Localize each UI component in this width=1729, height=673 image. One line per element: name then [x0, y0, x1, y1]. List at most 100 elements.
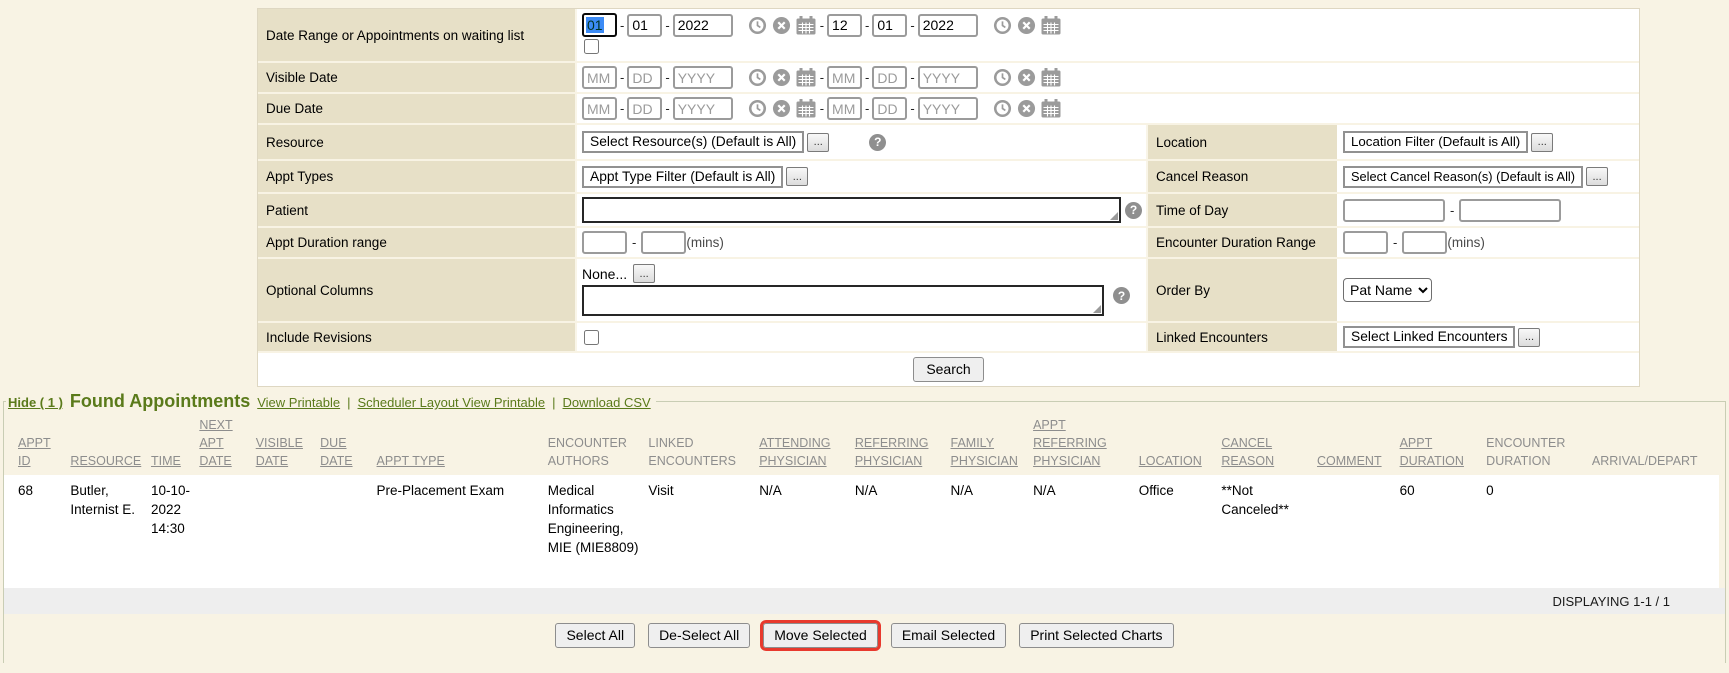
optional-columns-input[interactable] — [582, 285, 1104, 316]
column-header-referring-physician[interactable]: REFERRING PHYSICIAN — [851, 414, 947, 475]
column-header-comment[interactable]: COMMENT — [1313, 414, 1396, 475]
due-from-yyyy-input[interactable] — [673, 97, 733, 120]
print-selected-charts-button[interactable]: Print Selected Charts — [1019, 623, 1173, 648]
resource-more-button[interactable]: ... — [807, 133, 829, 152]
appt-duration-from-input[interactable] — [582, 231, 627, 254]
linked-encounters-select-button[interactable]: Select Linked Encounters — [1343, 326, 1515, 348]
cell-arrival-depart — [1588, 475, 1719, 588]
hide-results-link[interactable]: Hide ( 1 ) — [8, 395, 63, 410]
due-from-mm-input[interactable] — [582, 97, 617, 120]
time-of-day-from-input[interactable] — [1343, 199, 1445, 222]
search-button[interactable]: Search — [913, 357, 983, 382]
column-header-due-date[interactable]: DUE DATE — [316, 414, 372, 475]
clear-date-icon[interactable] — [1017, 68, 1036, 87]
waiting-list-checkbox[interactable] — [584, 39, 599, 54]
scheduler-layout-view-printable-link[interactable]: Scheduler Layout View Printable — [357, 395, 545, 410]
column-header-next-apt-date[interactable]: NEXT APT DATE — [195, 414, 251, 475]
column-header-attending-physician[interactable]: ATTENDING PHYSICIAN — [755, 414, 851, 475]
column-header-appt-type[interactable]: APPT TYPE — [373, 414, 544, 475]
resource-select-button[interactable]: Select Resource(s) (Default is All) — [582, 131, 804, 153]
resource-help-icon[interactable]: ? — [869, 134, 886, 151]
appt-duration-to-input[interactable] — [641, 231, 686, 254]
clock-icon[interactable] — [993, 16, 1012, 35]
move-selected-button[interactable]: Move Selected — [763, 623, 878, 648]
clock-icon[interactable] — [748, 99, 767, 118]
column-header-location[interactable]: LOCATION — [1135, 414, 1218, 475]
cancel-reason-select-button[interactable]: Select Cancel Reason(s) (Default is All) — [1343, 166, 1583, 188]
due-to-mm-input[interactable] — [827, 97, 862, 120]
location-filter-button[interactable]: Location Filter (Default is All) — [1343, 131, 1528, 153]
date-from-mm-input[interactable]: 01 — [582, 13, 617, 37]
visible-to-mm-input[interactable] — [827, 66, 862, 89]
clear-date-icon[interactable] — [772, 16, 791, 35]
displaying-bar: DISPLAYING 1-1 / 1 — [4, 588, 1725, 614]
calendar-icon[interactable] — [1041, 16, 1061, 35]
date-from-dd-input[interactable] — [627, 14, 662, 37]
patient-input[interactable] — [582, 197, 1121, 223]
column-header-appt-duration[interactable]: APPT DURATION — [1396, 414, 1483, 475]
appt-type-filter-button[interactable]: Appt Type Filter (Default is All) — [582, 166, 783, 188]
optional-columns-help-icon[interactable]: ? — [1113, 287, 1130, 304]
column-header-encounter-authors: ENCOUNTER AUTHORS — [544, 414, 645, 475]
column-header-time[interactable]: TIME — [147, 414, 195, 475]
order-by-select[interactable]: Pat Name — [1343, 278, 1432, 302]
select-all-button[interactable]: Select All — [555, 623, 635, 648]
email-selected-button[interactable]: Email Selected — [891, 623, 1006, 648]
view-printable-link[interactable]: View Printable — [257, 395, 340, 410]
include-revisions-checkbox[interactable] — [584, 330, 599, 345]
clear-date-icon[interactable] — [772, 99, 791, 118]
due-from-dd-input[interactable] — [627, 97, 662, 120]
visible-to-yyyy-input[interactable] — [918, 66, 978, 89]
date-from-yyyy-input[interactable] — [673, 14, 733, 37]
clear-date-icon[interactable] — [1017, 99, 1036, 118]
location-more-button[interactable]: ... — [1531, 133, 1553, 152]
due-to-dd-input[interactable] — [872, 97, 907, 120]
calendar-icon[interactable] — [1041, 68, 1061, 87]
visible-to-dd-input[interactable] — [872, 66, 907, 89]
clear-date-icon[interactable] — [1017, 16, 1036, 35]
column-header-resource[interactable]: RESOURCE — [66, 414, 147, 475]
cell-linked-encounters: Visit — [644, 475, 755, 588]
appointment-search-form: Date Range or Appointments on waiting li… — [257, 8, 1640, 387]
cell-family-physician: N/A — [947, 475, 1030, 588]
clock-icon[interactable] — [993, 99, 1012, 118]
cell-encounter-authors: Medical Informatics Engineering, MIE (MI… — [544, 475, 645, 588]
encounter-duration-unit: (mins) — [1447, 235, 1485, 250]
date-to-mm-input[interactable] — [827, 14, 862, 37]
calendar-icon[interactable] — [796, 16, 816, 35]
cell-visible-date — [252, 475, 316, 588]
linked-encounters-more-button[interactable]: ... — [1518, 328, 1540, 347]
calendar-icon[interactable] — [796, 68, 816, 87]
de-select-all-button[interactable]: De-Select All — [648, 623, 750, 648]
column-header-appt-id[interactable]: APPT ID — [4, 414, 66, 475]
calendar-icon[interactable] — [796, 99, 816, 118]
cancel-reason-more-button[interactable]: ... — [1586, 167, 1608, 186]
column-header-visible-date[interactable]: VISIBLE DATE — [252, 414, 316, 475]
download-csv-link[interactable]: Download CSV — [563, 395, 651, 410]
clock-icon[interactable] — [993, 68, 1012, 87]
found-appointments-section: Hide ( 1 ) Found Appointments View Print… — [3, 391, 1726, 663]
visible-from-yyyy-input[interactable] — [673, 66, 733, 89]
visible-from-mm-input[interactable] — [582, 66, 617, 89]
cancel-reason-label: Cancel Reason — [1146, 161, 1337, 192]
optional-columns-more-button[interactable]: ... — [633, 264, 655, 283]
order-by-label: Order By — [1146, 259, 1337, 321]
encounter-duration-from-input[interactable] — [1343, 231, 1388, 254]
patient-label: Patient — [258, 194, 577, 226]
date-to-yyyy-input[interactable] — [918, 14, 978, 37]
encounter-duration-to-input[interactable] — [1402, 231, 1447, 254]
appt-type-more-button[interactable]: ... — [786, 167, 808, 186]
due-to-yyyy-input[interactable] — [918, 97, 978, 120]
clock-icon[interactable] — [748, 68, 767, 87]
clear-date-icon[interactable] — [772, 68, 791, 87]
column-header-appt-referring-physician[interactable]: APPT REFERRING PHYSICIAN — [1029, 414, 1135, 475]
visible-date-label: Visible Date — [258, 63, 577, 92]
column-header-cancel-reason[interactable]: CANCEL REASON — [1217, 414, 1313, 475]
calendar-icon[interactable] — [1041, 99, 1061, 118]
patient-help-icon[interactable]: ? — [1125, 202, 1142, 219]
clock-icon[interactable] — [748, 16, 767, 35]
column-header-family-physician[interactable]: FAMILY PHYSICIAN — [947, 414, 1030, 475]
visible-from-dd-input[interactable] — [627, 66, 662, 89]
date-to-dd-input[interactable] — [872, 14, 907, 37]
time-of-day-to-input[interactable] — [1459, 199, 1561, 222]
